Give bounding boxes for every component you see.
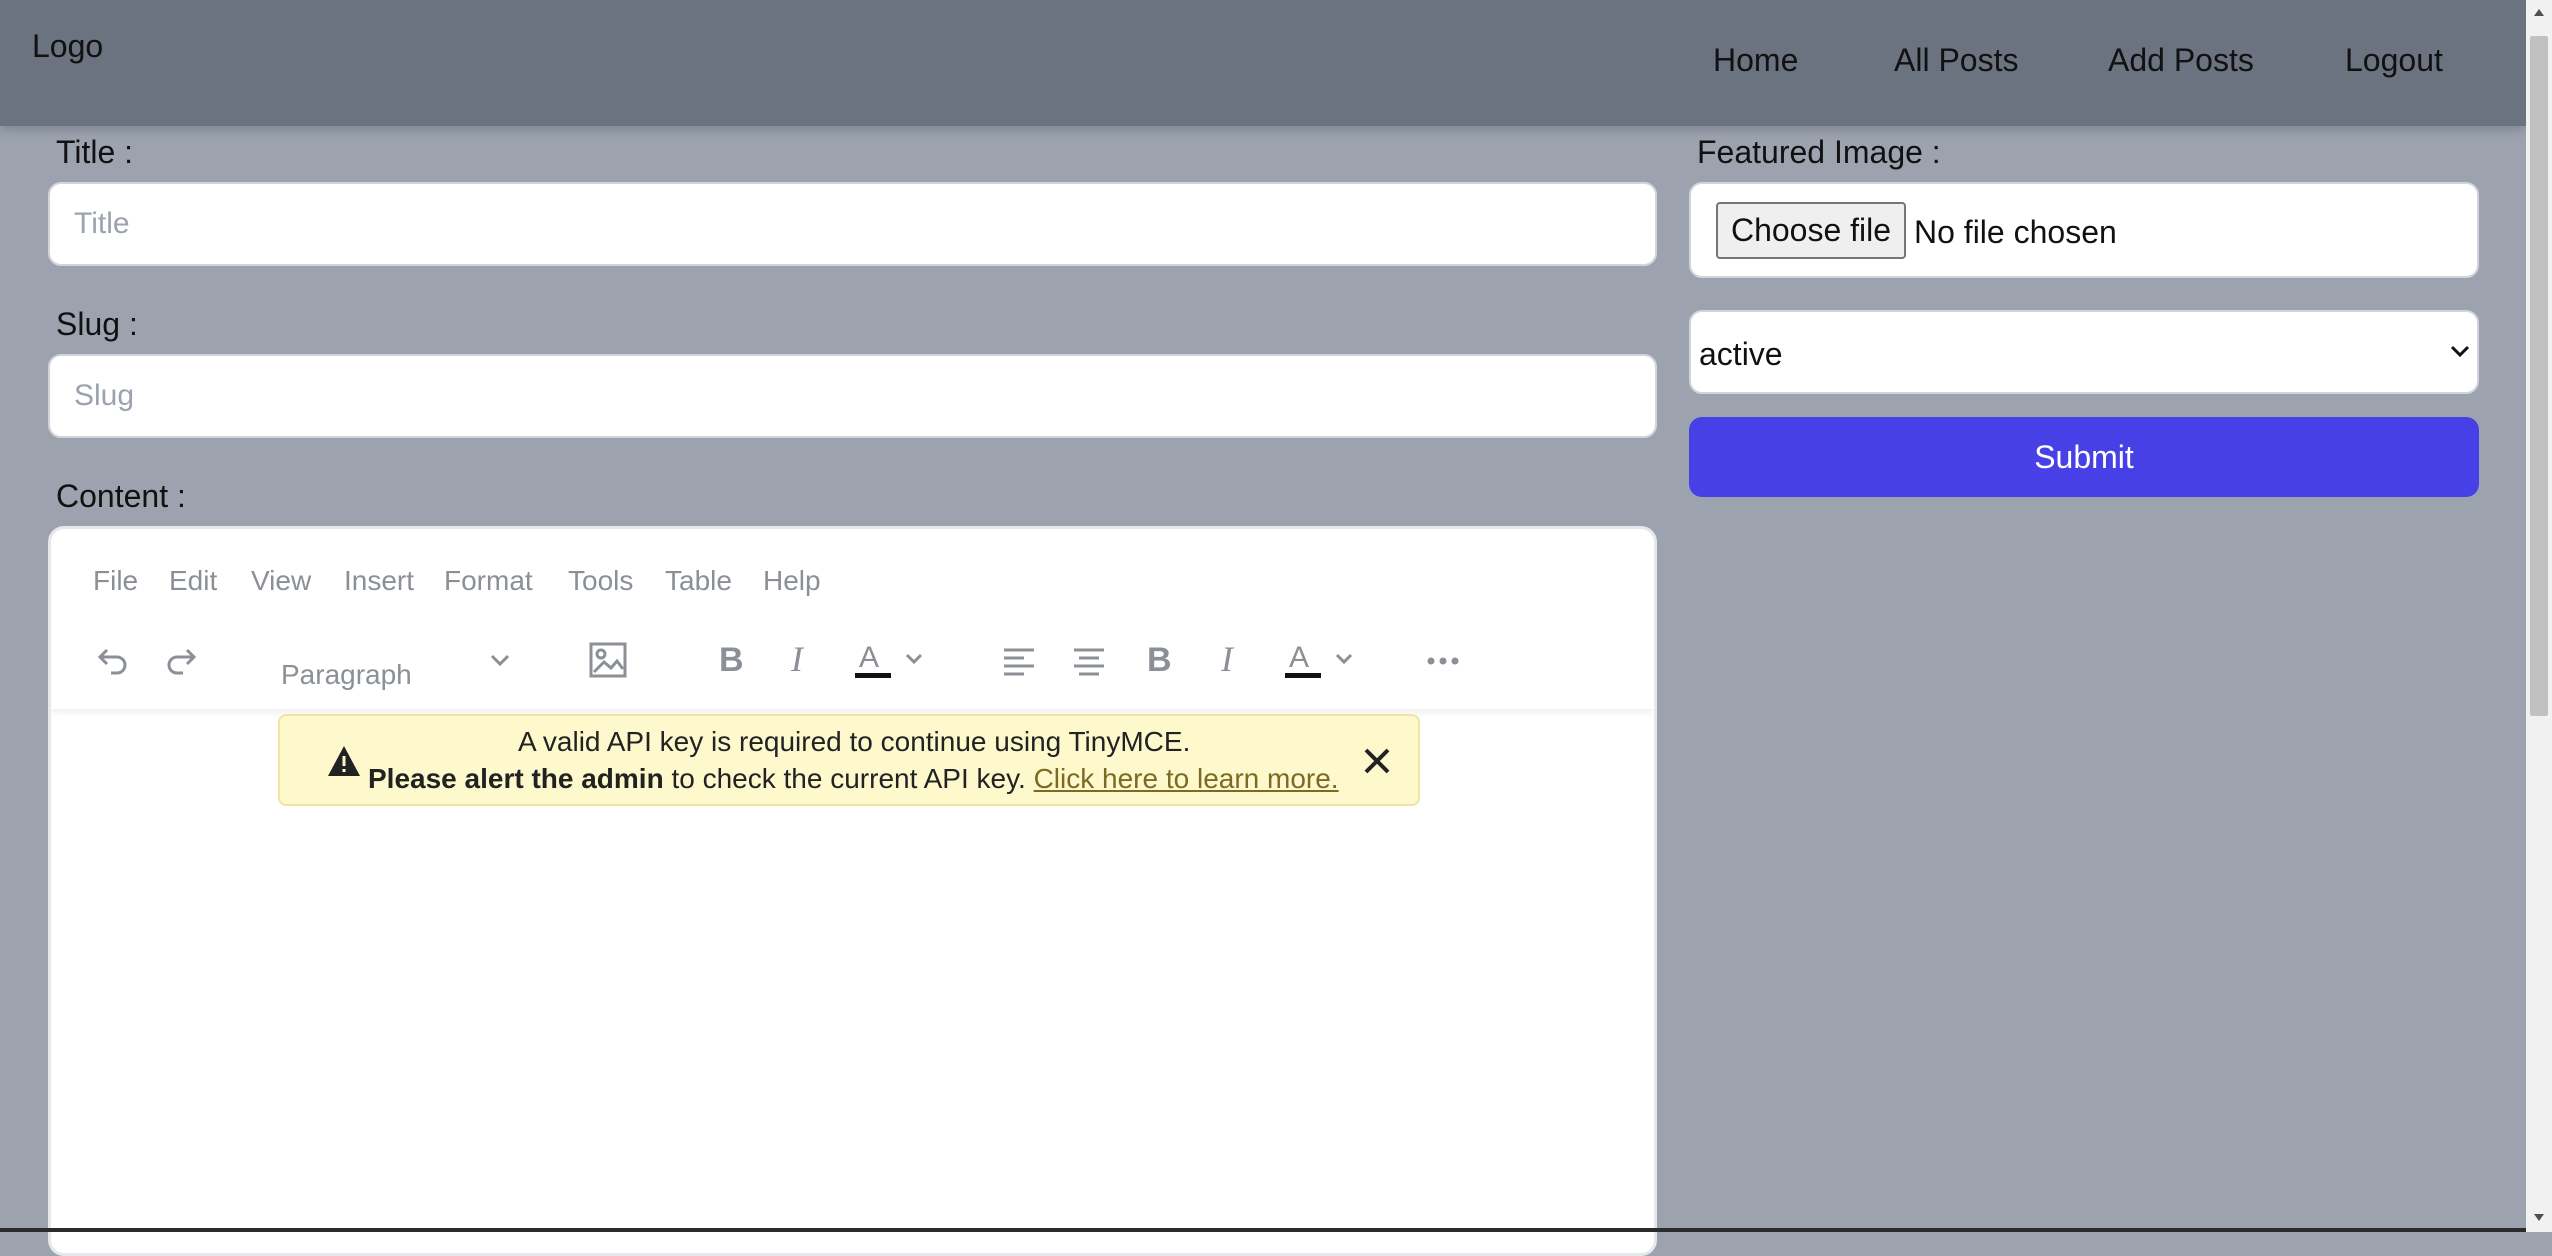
notice-mid-text: to check the current API key. bbox=[663, 763, 1034, 794]
chevron-down-icon[interactable] bbox=[485, 645, 515, 675]
nav-all-posts[interactable]: All Posts bbox=[1894, 42, 2018, 79]
menu-file[interactable]: File bbox=[93, 565, 138, 597]
svg-text:B: B bbox=[1147, 641, 1172, 679]
featured-image-file-input[interactable]: Choose file No file chosen bbox=[1689, 182, 2479, 278]
svg-text:I: I bbox=[1220, 639, 1235, 679]
status-select-value: active bbox=[1699, 336, 1783, 372]
notice-line-2: Please alert the admin to check the curr… bbox=[368, 763, 1339, 795]
align-left-icon[interactable] bbox=[999, 641, 1039, 681]
submit-button[interactable]: Submit bbox=[1689, 417, 2479, 497]
editor-menubar: File Edit View Insert Format Tools Table… bbox=[51, 529, 1654, 605]
menu-tools[interactable]: Tools bbox=[568, 565, 633, 597]
nav-home[interactable]: Home bbox=[1713, 42, 1798, 79]
redo-icon[interactable] bbox=[163, 641, 203, 681]
italic-icon[interactable]: I bbox=[781, 639, 821, 679]
svg-text:A: A bbox=[1289, 641, 1309, 674]
block-format-select[interactable]: Paragraph bbox=[281, 659, 412, 691]
content-label: Content : bbox=[56, 478, 186, 514]
menu-insert[interactable]: Insert bbox=[344, 565, 414, 597]
slug-input[interactable] bbox=[48, 354, 1657, 438]
featured-image-label: Featured Image : bbox=[1697, 134, 1941, 170]
svg-text:B: B bbox=[719, 641, 744, 679]
chevron-down-icon bbox=[2450, 345, 2470, 358]
align-center-icon[interactable] bbox=[1069, 641, 1109, 681]
scroll-down-icon[interactable] bbox=[2532, 1210, 2546, 1224]
notice-bold-text: Please alert the admin bbox=[368, 763, 664, 794]
italic-icon[interactable]: I bbox=[1211, 639, 1251, 679]
api-key-notice: A valid API key is required to continue … bbox=[278, 714, 1420, 806]
rich-text-editor: File Edit View Insert Format Tools Table… bbox=[48, 526, 1657, 1256]
window-bottom-edge bbox=[0, 1228, 2526, 1232]
undo-icon[interactable] bbox=[91, 641, 131, 681]
close-icon[interactable] bbox=[1362, 746, 1392, 776]
image-icon[interactable] bbox=[587, 639, 629, 681]
slug-label: Slug : bbox=[56, 306, 138, 342]
block-format-value: Paragraph bbox=[281, 659, 412, 690]
title-label: Title : bbox=[56, 134, 134, 170]
scrollbar-thumb[interactable] bbox=[2530, 36, 2548, 716]
top-navbar: Logo Home All Posts Add Posts Logout bbox=[0, 0, 2526, 126]
svg-text:I: I bbox=[790, 639, 805, 679]
choose-file-button[interactable]: Choose file bbox=[1716, 202, 1906, 259]
menu-table[interactable]: Table bbox=[665, 565, 732, 597]
text-color-icon[interactable]: A bbox=[851, 635, 931, 685]
scroll-up-icon[interactable] bbox=[2532, 6, 2546, 20]
menu-edit[interactable]: Edit bbox=[169, 565, 217, 597]
nav-logout[interactable]: Logout bbox=[2345, 42, 2443, 79]
menu-help[interactable]: Help bbox=[763, 565, 821, 597]
menu-format[interactable]: Format bbox=[444, 565, 533, 597]
svg-text:A: A bbox=[859, 641, 879, 674]
status-select[interactable]: active bbox=[1689, 310, 2479, 394]
nav-add-posts[interactable]: Add Posts bbox=[2108, 42, 2254, 79]
title-input[interactable] bbox=[48, 182, 1657, 266]
more-icon[interactable] bbox=[1423, 641, 1463, 681]
menu-view[interactable]: View bbox=[251, 565, 311, 597]
logo: Logo bbox=[32, 28, 104, 64]
bold-icon[interactable]: B bbox=[1139, 639, 1179, 679]
page-scrollbar[interactable] bbox=[2526, 0, 2552, 1232]
learn-more-link[interactable]: Click here to learn more. bbox=[1034, 763, 1339, 794]
text-color-icon[interactable]: A bbox=[1281, 635, 1361, 685]
warning-icon bbox=[328, 746, 360, 776]
bold-icon[interactable]: B bbox=[711, 639, 751, 679]
notice-line-1: A valid API key is required to continue … bbox=[518, 726, 1191, 757]
file-status-text: No file chosen bbox=[1914, 214, 2117, 250]
